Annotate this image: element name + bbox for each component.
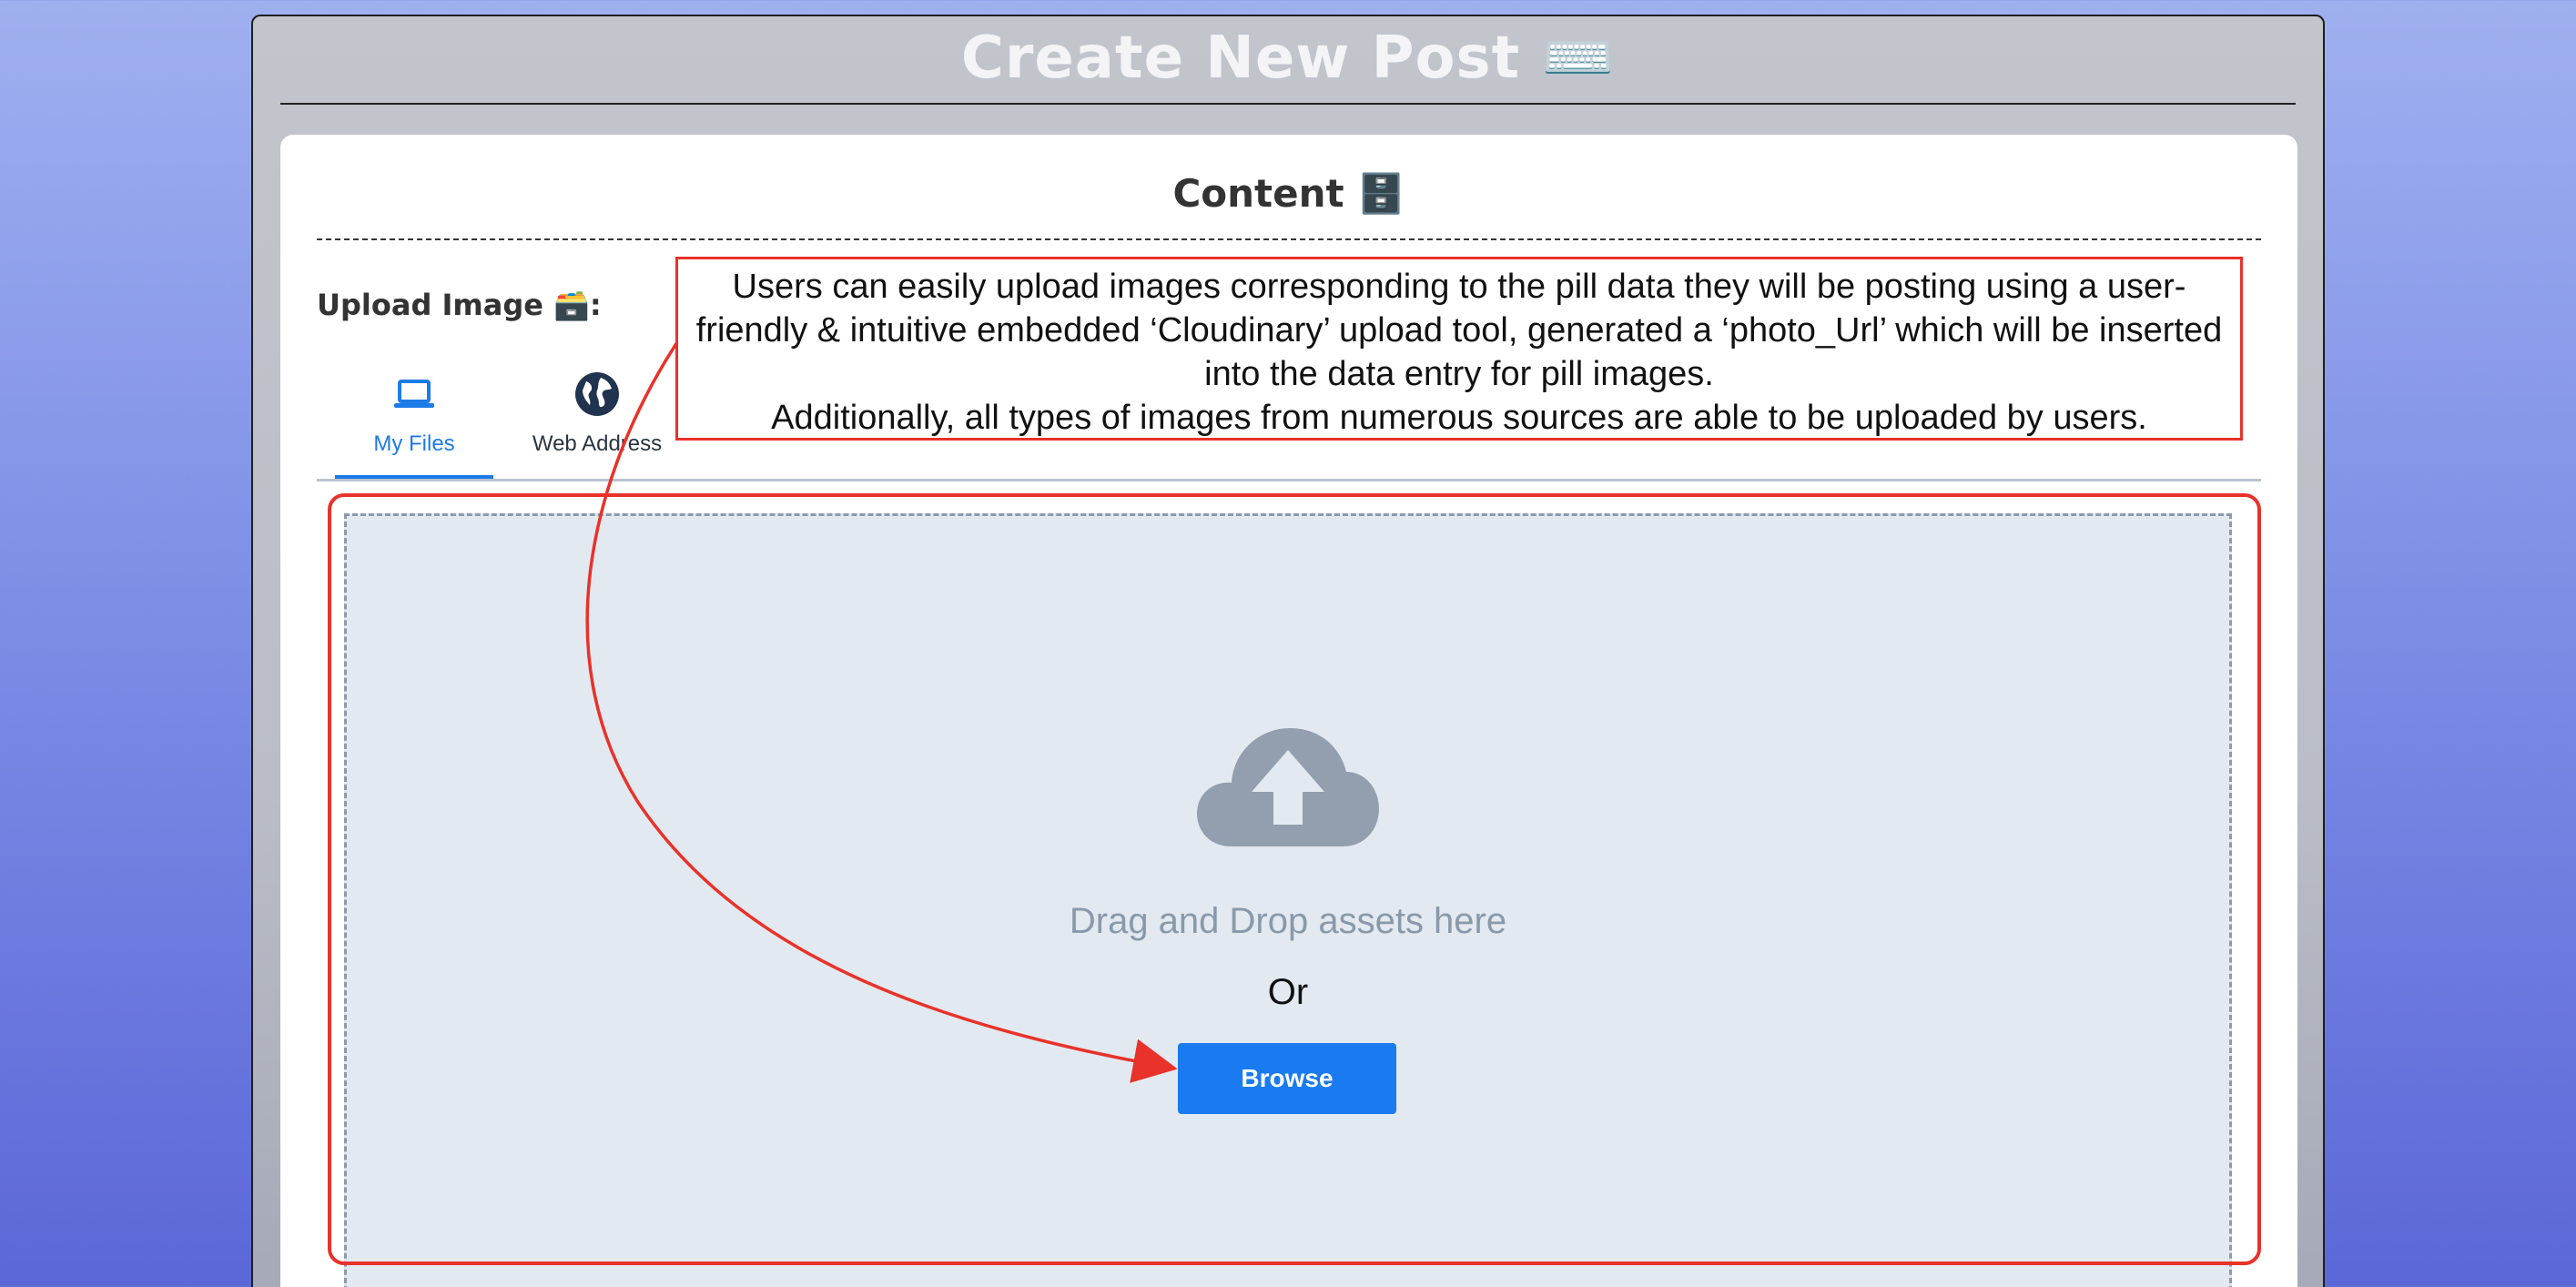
tab-my-files[interactable]: My Files — [335, 362, 493, 457]
laptop-icon — [394, 380, 434, 408]
section-divider — [317, 238, 2261, 240]
tab-web-address-label: Web Address — [532, 431, 663, 456]
tabs-divider — [317, 479, 2261, 481]
tab-my-files-label: My Files — [373, 431, 455, 456]
or-text: Or — [1267, 972, 1309, 1012]
upload-image-label: Upload Image 🗃️: — [317, 288, 602, 322]
page-title: Create New Post ⌨️ — [960, 25, 1616, 92]
annotation-text-1: Users can easily upload images correspon… — [695, 268, 2223, 393]
title-divider — [280, 103, 2296, 105]
cloud-upload-icon — [1197, 728, 1379, 846]
browse-button[interactable]: Browse — [1178, 1043, 1396, 1114]
annotation-text-2: Additionally, all types of images from n… — [771, 399, 2147, 437]
annotation-callout: Users can easily upload images correspon… — [675, 257, 2243, 441]
tab-web-address[interactable]: Web Address — [506, 362, 688, 457]
drag-drop-text: Drag and Drop assets here — [1069, 901, 1507, 941]
section-title: Content 🗄️ — [1172, 171, 1405, 216]
dropzone[interactable] — [344, 513, 2232, 1287]
globe-icon — [575, 372, 619, 416]
